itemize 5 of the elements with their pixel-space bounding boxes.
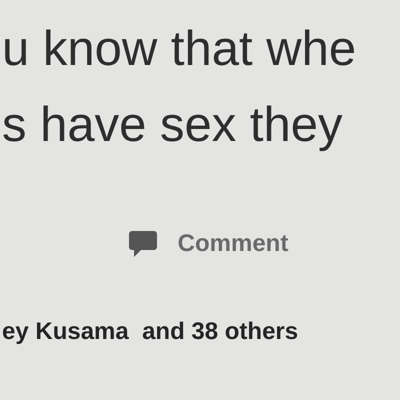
comment-button[interactable]: Comment [124,228,292,260]
post-text: u know that whe [1,21,358,78]
reactions-text: ey Kusama and 38 others [1,318,300,346]
comment-icon [128,230,158,258]
post-text: s have sex they [1,97,344,154]
